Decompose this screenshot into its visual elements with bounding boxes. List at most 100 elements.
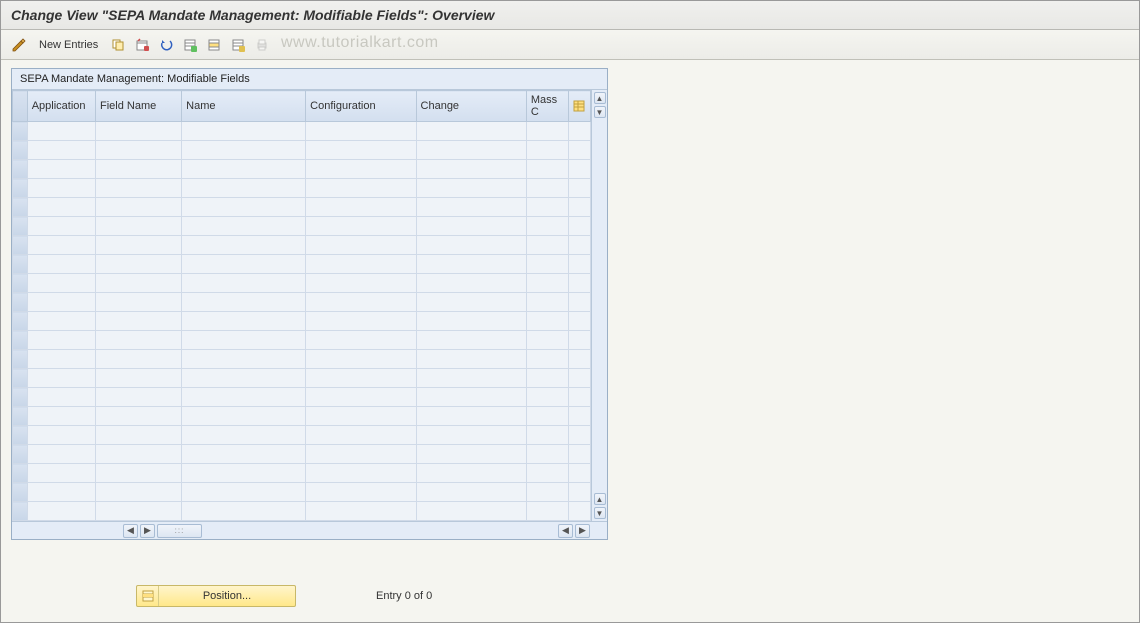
cell[interactable] (96, 217, 182, 236)
cell[interactable] (27, 141, 95, 160)
cell[interactable] (568, 350, 590, 369)
scroll-left-icon[interactable]: ◀ (123, 524, 138, 538)
cell[interactable] (416, 407, 526, 426)
cell[interactable] (27, 445, 95, 464)
row-selector[interactable] (13, 160, 28, 179)
cell[interactable] (182, 312, 306, 331)
cell[interactable] (182, 179, 306, 198)
cell[interactable] (27, 426, 95, 445)
cell[interactable] (416, 331, 526, 350)
cell[interactable] (526, 464, 568, 483)
cell[interactable] (416, 426, 526, 445)
cell[interactable] (526, 312, 568, 331)
cell[interactable] (306, 350, 416, 369)
cell[interactable] (27, 274, 95, 293)
cell[interactable] (182, 502, 306, 521)
cell[interactable] (27, 217, 95, 236)
cell[interactable] (568, 312, 590, 331)
cell[interactable] (568, 274, 590, 293)
cell[interactable] (306, 388, 416, 407)
cell[interactable] (568, 160, 590, 179)
cell[interactable] (96, 388, 182, 407)
cell[interactable] (526, 160, 568, 179)
row-selector[interactable] (13, 255, 28, 274)
cell[interactable] (96, 369, 182, 388)
cell[interactable] (96, 255, 182, 274)
cell[interactable] (27, 236, 95, 255)
print-icon[interactable] (252, 35, 272, 55)
scroll-right-icon[interactable]: ▶ (140, 524, 155, 538)
cell[interactable] (568, 217, 590, 236)
cell[interactable] (182, 198, 306, 217)
cell[interactable] (416, 502, 526, 521)
cell[interactable] (182, 160, 306, 179)
cell[interactable] (568, 426, 590, 445)
scroll-left-end-icon[interactable]: ◀ (558, 524, 573, 538)
cell[interactable] (306, 141, 416, 160)
row-selector[interactable] (13, 369, 28, 388)
cell[interactable] (416, 217, 526, 236)
cell[interactable] (416, 312, 526, 331)
cell[interactable] (182, 388, 306, 407)
cell[interactable] (96, 502, 182, 521)
cell[interactable] (182, 445, 306, 464)
cell[interactable] (526, 198, 568, 217)
toggle-display-change-icon[interactable] (9, 35, 29, 55)
cell[interactable] (27, 331, 95, 350)
cell[interactable] (96, 464, 182, 483)
col-configuration[interactable]: Configuration (306, 91, 416, 122)
cell[interactable] (306, 198, 416, 217)
cell[interactable] (568, 293, 590, 312)
cell[interactable] (306, 179, 416, 198)
cell[interactable] (416, 388, 526, 407)
cell[interactable] (27, 293, 95, 312)
cell[interactable] (568, 331, 590, 350)
delete-icon[interactable] (132, 35, 152, 55)
cell[interactable] (306, 274, 416, 293)
cell[interactable] (96, 236, 182, 255)
cell[interactable] (306, 236, 416, 255)
row-selector[interactable] (13, 274, 28, 293)
cell[interactable] (96, 293, 182, 312)
cell[interactable] (568, 502, 590, 521)
cell[interactable] (306, 407, 416, 426)
cell[interactable] (526, 141, 568, 160)
cell[interactable] (182, 236, 306, 255)
row-selector[interactable] (13, 426, 28, 445)
cell[interactable] (27, 198, 95, 217)
row-selector[interactable] (13, 464, 28, 483)
cell[interactable] (306, 502, 416, 521)
cell[interactable] (526, 274, 568, 293)
cell[interactable] (526, 407, 568, 426)
cell[interactable] (182, 464, 306, 483)
cell[interactable] (568, 236, 590, 255)
cell[interactable] (568, 407, 590, 426)
cell[interactable] (416, 369, 526, 388)
table-settings-button[interactable] (568, 91, 590, 122)
cell[interactable] (96, 274, 182, 293)
cell[interactable] (526, 502, 568, 521)
cell[interactable] (96, 160, 182, 179)
cell[interactable] (306, 293, 416, 312)
cell[interactable] (416, 255, 526, 274)
cell[interactable] (568, 198, 590, 217)
cell[interactable] (306, 464, 416, 483)
row-selector[interactable] (13, 122, 28, 141)
cell[interactable] (306, 331, 416, 350)
cell[interactable] (416, 122, 526, 141)
row-selector[interactable] (13, 350, 28, 369)
cell[interactable] (96, 122, 182, 141)
cell[interactable] (96, 331, 182, 350)
cell[interactable] (568, 483, 590, 502)
row-selector[interactable] (13, 445, 28, 464)
cell[interactable] (568, 388, 590, 407)
row-selector-header[interactable] (13, 91, 28, 122)
cell[interactable] (96, 141, 182, 160)
col-name[interactable]: Name (182, 91, 306, 122)
cell[interactable] (568, 369, 590, 388)
cell[interactable] (182, 141, 306, 160)
cell[interactable] (526, 255, 568, 274)
cell[interactable] (27, 255, 95, 274)
copy-as-icon[interactable] (108, 35, 128, 55)
new-entries-button[interactable]: New Entries (33, 36, 104, 54)
